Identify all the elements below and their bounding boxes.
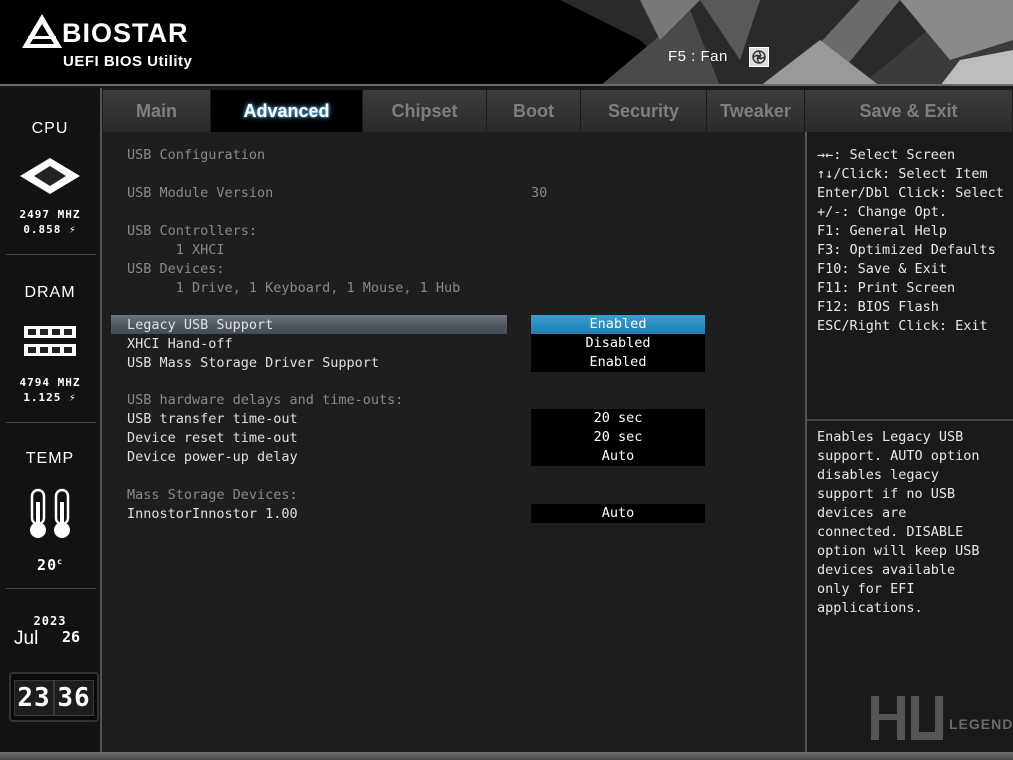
help-key-line: →←: Select Screen xyxy=(817,147,956,163)
help-description-line: devices are xyxy=(817,505,907,521)
setting-label[interactable]: XHCI Hand-off xyxy=(127,336,233,352)
cpu-voltage: 0.858 ⚡ xyxy=(23,223,77,236)
mass-storage-driver-select[interactable]: Enabled xyxy=(531,353,705,372)
mass-storage-device-emulation-select[interactable]: Auto xyxy=(531,504,705,523)
watermark-logo: LEGEND xyxy=(867,692,1012,752)
tab-main[interactable]: Main xyxy=(103,90,211,132)
help-divider xyxy=(807,419,1013,421)
usb-controllers-label: USB Controllers: xyxy=(127,223,258,239)
setting-label[interactable]: Device reset time-out xyxy=(127,430,298,446)
help-panel: →←: Select Screen ↑↓/Click: Select Item … xyxy=(805,132,1013,754)
date-day: 26 xyxy=(62,628,81,646)
date-month: Jul xyxy=(14,628,39,649)
help-key-line: F3: Optimized Defaults xyxy=(817,242,996,258)
help-description-line: applications. xyxy=(817,600,923,616)
tab-security[interactable]: Security xyxy=(581,90,707,132)
help-description-line: devices available xyxy=(817,562,956,578)
temperature-value: 20c xyxy=(37,556,63,574)
help-key-line: F10: Save & Exit xyxy=(817,261,948,277)
bottom-bar xyxy=(0,752,1013,760)
biostar-logo-icon xyxy=(22,14,62,48)
legacy-usb-support-select[interactable]: Enabled xyxy=(531,315,705,334)
temp-title: TEMP xyxy=(25,450,75,467)
date-year: 2023 xyxy=(33,614,67,628)
help-description-line: Enables Legacy USB xyxy=(817,429,964,445)
cpu-frequency: 2497 MHZ xyxy=(19,208,81,221)
help-description-line: connected. DISABLE xyxy=(817,524,964,540)
xhci-hand-off-select[interactable]: Disabled xyxy=(531,334,705,353)
dram-frequency: 4794 MHZ xyxy=(19,376,81,389)
tab-bar: Main Advanced Chipset Boot Security Twea… xyxy=(103,90,1013,132)
device-power-up-delay-select[interactable]: Auto xyxy=(531,447,705,466)
setting-label[interactable]: USB transfer time-out xyxy=(127,411,298,427)
mass-storage-heading: Mass Storage Devices: xyxy=(127,487,298,503)
main-panel: USB Configuration USB Module Version 30 … xyxy=(103,132,805,754)
usb-controllers-value: 1 XHCI xyxy=(127,242,225,258)
dram-title: DRAM xyxy=(24,284,76,301)
tab-boot[interactable]: Boot xyxy=(487,90,581,132)
help-key-line: Enter/Dbl Click: Select xyxy=(817,185,1004,201)
clock-hour: 23 xyxy=(14,680,54,716)
setting-label[interactable]: Legacy USB Support xyxy=(127,317,273,333)
help-description-line: support if no USB xyxy=(817,486,956,502)
help-key-line: F1: General Help xyxy=(817,223,948,239)
device-reset-timeout-select[interactable]: 20 sec xyxy=(531,428,705,447)
dram-icon xyxy=(24,326,76,356)
tab-advanced[interactable]: Advanced xyxy=(211,90,363,132)
setting-label[interactable]: InnostorInnostor 1.00 xyxy=(127,506,298,522)
dram-voltage: 1.125 ⚡ xyxy=(23,391,77,404)
help-key-line: +/-: Change Opt. xyxy=(817,204,948,220)
help-description-line: only for EFI xyxy=(817,581,915,597)
usb-module-version-label: USB Module Version xyxy=(127,185,274,201)
system-clock[interactable]: 23 36 xyxy=(9,672,99,722)
brand-name: BIOSTAR xyxy=(62,18,189,48)
fan-icon[interactable] xyxy=(749,47,769,67)
sidebar-divider xyxy=(6,588,96,589)
help-key-line: ESC/Right Click: Exit xyxy=(817,318,988,334)
usb-transfer-timeout-select[interactable]: 20 sec xyxy=(531,409,705,428)
brand-subtitle: UEFI BIOS Utility xyxy=(63,53,193,70)
clock-minute: 36 xyxy=(54,680,94,716)
help-key-line: ↑↓/Click: Select Item xyxy=(817,166,988,182)
sidebar-divider xyxy=(6,254,96,255)
tab-tweaker[interactable]: Tweaker xyxy=(707,90,805,132)
setting-label[interactable]: Device power-up delay xyxy=(127,449,298,465)
cpu-icon xyxy=(20,158,80,194)
cpu-title: CPU xyxy=(31,120,69,137)
thermometer-icon xyxy=(30,488,70,538)
usb-devices-label: USB Devices: xyxy=(127,261,225,277)
sidebar-divider xyxy=(6,422,96,423)
header: BIOSTAR UEFI BIOS Utility F5 : Fan xyxy=(0,0,1013,86)
help-key-line: F11: Print Screen xyxy=(817,280,956,296)
tab-save-exit[interactable]: Save & Exit xyxy=(805,90,1013,132)
help-description-line: disables legacy xyxy=(817,467,939,483)
usb-devices-value: 1 Drive, 1 Keyboard, 1 Mouse, 1 Hub xyxy=(127,280,461,296)
watermark-text: LEGEND xyxy=(949,716,1013,732)
tab-chipset[interactable]: Chipset xyxy=(363,90,487,132)
sidebar-monitor: CPU 2497 MHZ 0.858 ⚡ DRAM 4794 MHZ 1.125… xyxy=(0,88,102,760)
setting-label[interactable]: USB Mass Storage Driver Support xyxy=(127,355,379,371)
help-description-line: support. AUTO option xyxy=(817,448,980,464)
usb-module-version-value: 30 xyxy=(531,185,548,201)
page-title: USB Configuration xyxy=(127,147,266,163)
fan-shortcut-label[interactable]: F5 : Fan xyxy=(668,48,728,65)
help-description-line: option will keep USB xyxy=(817,543,980,559)
delays-heading: USB hardware delays and time-outs: xyxy=(127,392,404,408)
help-key-line: F12: BIOS Flash xyxy=(817,299,939,315)
header-divider xyxy=(0,84,1013,86)
